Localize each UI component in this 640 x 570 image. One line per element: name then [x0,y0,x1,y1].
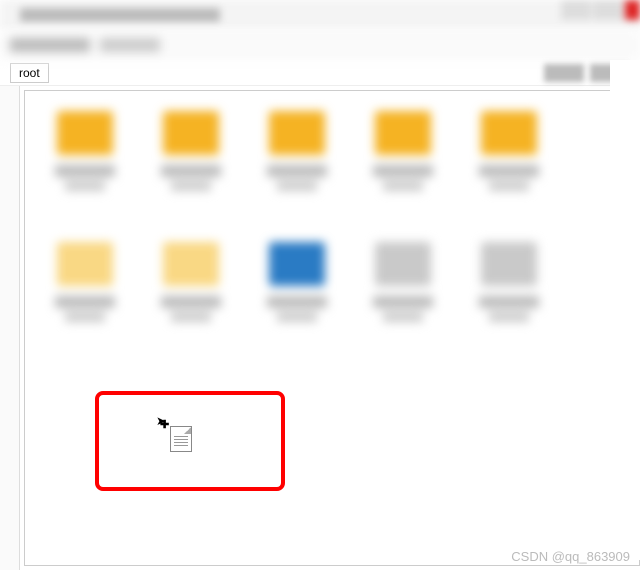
maximize-button[interactable] [593,0,623,20]
paste-cursor-icon: ✚ ➤ [170,426,192,452]
folder-item[interactable] [257,111,337,206]
folder-item[interactable] [151,242,231,337]
toolbar [0,30,640,60]
folder-item[interactable] [257,242,337,337]
window-titlebar [0,0,640,30]
folder-item[interactable] [363,111,443,206]
folder-item[interactable] [363,242,443,337]
folder-item[interactable] [45,111,125,206]
file-grid [45,111,619,337]
document-icon [170,426,192,452]
right-edge [610,60,640,560]
path-segment-root[interactable]: root [10,63,49,83]
sidebar [0,86,20,570]
cursor-arrow-icon: ➤ [156,414,166,428]
folder-item[interactable] [469,111,549,206]
path-bar: root [0,60,640,86]
file-panel[interactable]: ✚ ➤ [24,90,640,566]
path-control[interactable] [544,64,584,82]
minimize-button[interactable] [561,0,591,20]
watermark: CSDN @qq_863909 [511,549,630,564]
close-button[interactable] [625,0,640,20]
folder-item[interactable] [469,242,549,337]
folder-item[interactable] [151,111,231,206]
folder-item[interactable] [45,242,125,337]
